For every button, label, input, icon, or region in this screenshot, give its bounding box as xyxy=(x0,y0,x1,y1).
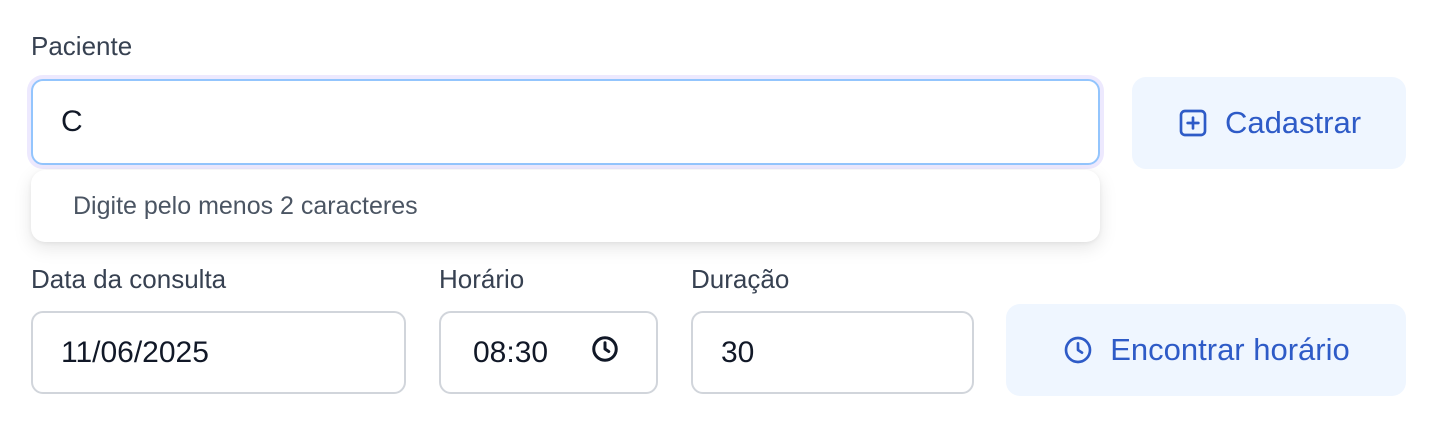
find-time-button[interactable]: Encontrar horário xyxy=(1006,304,1406,396)
register-patient-label: Cadastrar xyxy=(1224,105,1362,140)
date-label: Data da consulta xyxy=(31,264,227,294)
plus-square-icon xyxy=(1177,107,1209,139)
duration-value: 30 xyxy=(721,335,755,369)
patient-search-input[interactable]: C xyxy=(31,79,1100,165)
date-input[interactable]: 11/06/2025 xyxy=(31,311,406,394)
clock-icon xyxy=(1062,334,1094,366)
time-value: 08:30 xyxy=(473,335,549,369)
patient-suggestions-dropdown: Digite pelo menos 2 caracteres xyxy=(31,170,1100,242)
duration-input[interactable]: 30 xyxy=(691,311,974,394)
register-patient-button[interactable]: Cadastrar xyxy=(1132,77,1406,169)
date-value: 11/06/2025 xyxy=(61,335,209,369)
time-label: Horário xyxy=(439,264,525,294)
time-input[interactable]: 08:30 xyxy=(439,311,658,394)
clock-icon[interactable] xyxy=(590,334,620,372)
patient-search-value: C xyxy=(61,105,83,138)
find-time-label: Encontrar horário xyxy=(1110,332,1350,367)
min-characters-hint: Digite pelo menos 2 caracteres xyxy=(73,191,418,220)
patient-label: Paciente xyxy=(31,31,133,61)
duration-label: Duração xyxy=(691,264,790,294)
